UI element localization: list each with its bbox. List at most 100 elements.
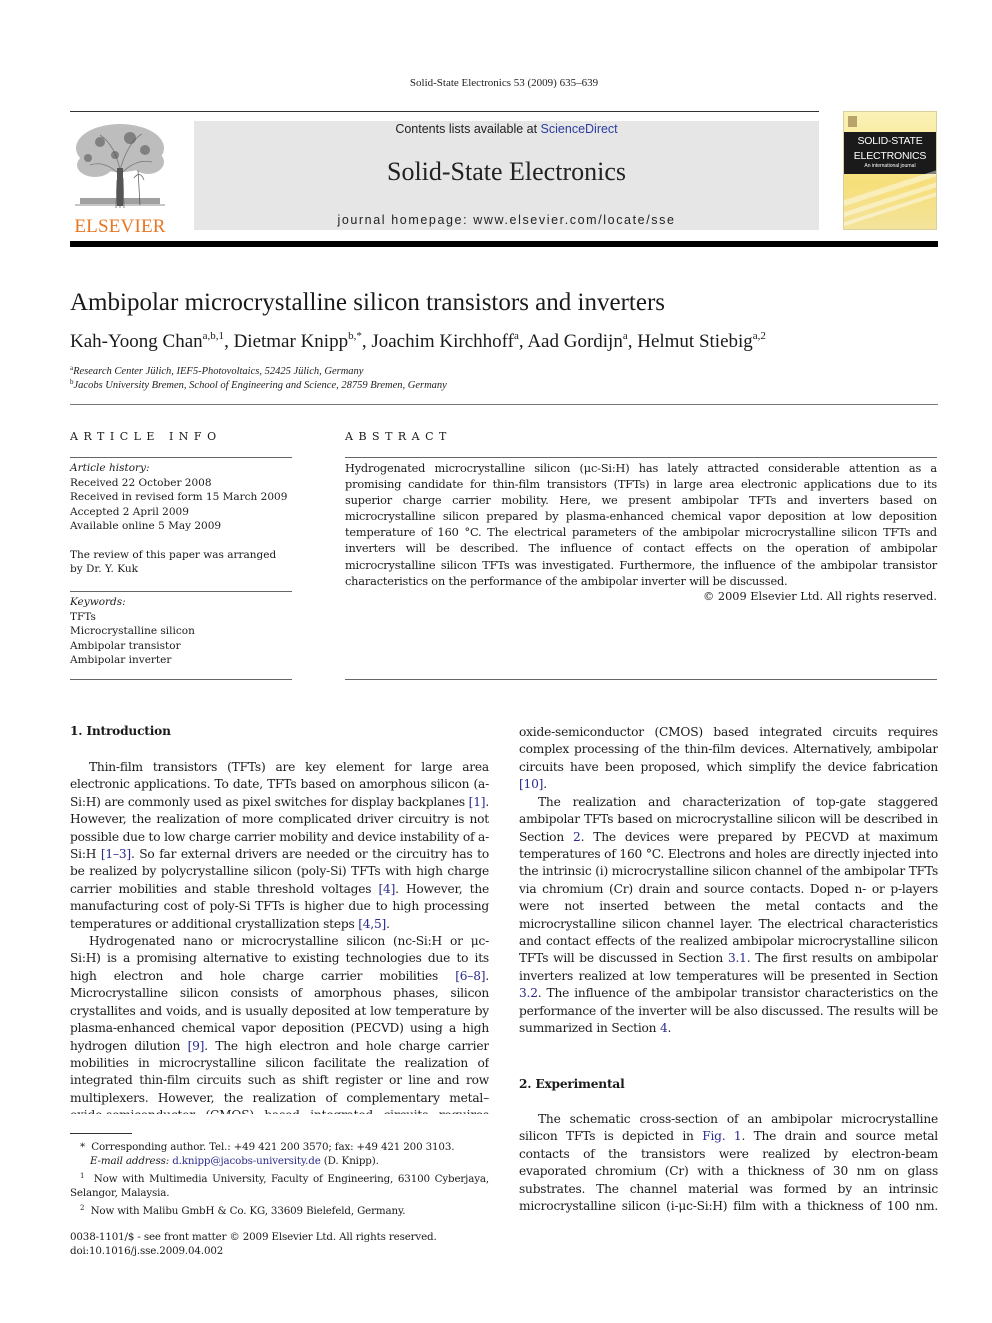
paragraph: The schematic cross-section of an ambipo…: [519, 1111, 938, 1217]
footnote-corresponding: * Corresponding author. Tel.: +49 421 20…: [70, 1140, 489, 1154]
citation-link[interactable]: [9]: [188, 1039, 205, 1053]
keyword: Ambipolar transistor: [70, 639, 181, 652]
author-separator: ,: [627, 331, 638, 352]
author-name[interactable]: Aad Gordijn: [527, 331, 623, 352]
citation-link[interactable]: 3.2: [519, 986, 538, 1000]
author-affil-mark: a,2: [752, 330, 766, 342]
footnote-mark: *: [80, 1141, 85, 1153]
author-name[interactable]: Helmut Stiebig: [637, 331, 753, 352]
citation-link[interactable]: [6–8]: [455, 969, 485, 983]
affiliation-text: Research Center Jülich, IEF5-Photovoltai…: [73, 366, 364, 377]
author-name[interactable]: Dietmar Knipp: [234, 331, 349, 352]
author-list: Kah-Yoong Chana,b,1, Dietmar Knippb,*, J…: [70, 330, 766, 353]
citation-link[interactable]: [1]: [469, 795, 486, 809]
footnote-mark: 1: [80, 1171, 85, 1180]
front-matter: 0038-1101/$ - see front matter © 2009 El…: [70, 1230, 489, 1259]
text-run: .: [386, 916, 390, 931]
sciencedirect-link[interactable]: ScienceDirect: [541, 122, 618, 136]
affiliation-text: Jacobs University Bremen, School of Engi…: [73, 380, 447, 391]
header-thick-rule: [70, 241, 938, 247]
cover-subtitle: An international journal: [864, 163, 916, 169]
citation-link[interactable]: [10]: [519, 777, 543, 791]
abstract-text: Hydrogenated microcrystalline silicon (μ…: [345, 462, 937, 588]
text-run: . The influence of the ambipolar transis…: [519, 986, 938, 1035]
divider: [70, 404, 938, 405]
divider: [345, 457, 937, 458]
divider: [345, 679, 937, 680]
paragraph: Hydrogenated nano or microcrystalline si…: [70, 933, 489, 1114]
journal-cover[interactable]: SOLID-STATE ELECTRONICS An international…: [843, 111, 937, 230]
author-affil-mark: a,b,1: [202, 330, 225, 342]
author-name[interactable]: Joachim Kirchhoff: [371, 331, 514, 352]
divider: [70, 457, 292, 458]
journal-banner: Contents lists available at ScienceDirec…: [194, 121, 819, 230]
history-item: Received in revised form 15 March 2009: [70, 491, 288, 503]
text-run: .: [667, 1020, 672, 1035]
contents-line: Contents lists available at ScienceDirec…: [194, 121, 819, 137]
history-label: Article history:: [70, 462, 150, 474]
contents-prefix: Contents lists available at: [395, 122, 541, 136]
author-name[interactable]: Kah-Yoong Chan: [70, 331, 203, 352]
citation-link[interactable]: 2: [573, 830, 581, 844]
keyword: TFTs: [70, 610, 96, 623]
text-run: Hydrogenated nano or microcrystalline si…: [70, 934, 489, 983]
article-info-label: ARTICLE INFO: [70, 430, 222, 443]
history-item: Accepted 2 April 2009: [70, 505, 189, 518]
email-label: E-mail address:: [90, 1155, 170, 1168]
section-heading-introduction: 1. Introduction: [70, 724, 171, 738]
body-column-right: Hydrogenated nano or microcrystalline si…: [519, 724, 938, 1064]
footnote-1-continued: Selangor, Malaysia.: [70, 1187, 170, 1200]
body-column-right-lower: The schematic cross-section of an ambipo…: [519, 1111, 938, 1217]
author-separator: ,: [361, 331, 372, 352]
paragraph: Thin-film transistors (TFTs) are key ele…: [70, 759, 489, 933]
cover-title-line1: SOLID-STATE: [857, 135, 923, 147]
citation-link[interactable]: [4]: [378, 882, 395, 896]
footnote-rule: [70, 1133, 132, 1134]
abstract-label: ABSTRACT: [345, 430, 452, 443]
footnote-2: 2 Now with Malibu GmbH & Co. KG, 33609 B…: [70, 1201, 489, 1218]
citation-link[interactable]: Fig. 1: [702, 1129, 741, 1143]
email-link[interactable]: d.knipp@jacobs-university.de: [172, 1155, 321, 1167]
article-title: Ambipolar microcrystalline silicon trans…: [70, 289, 665, 316]
elsevier-logo[interactable]: ELSEVIER: [70, 120, 170, 237]
cover-title-line2: ELECTRONICS: [853, 150, 927, 162]
issn-line: 0038-1101/$ - see front matter © 2009 El…: [70, 1231, 437, 1243]
keywords: Keywords: TFTs Microcrystalline silicon …: [70, 595, 292, 668]
doi-line[interactable]: doi:10.1016/j.sse.2009.04.002: [70, 1244, 489, 1258]
divider: [70, 679, 292, 680]
citation-link[interactable]: [4,5]: [358, 917, 386, 931]
footnote-email: E-mail address: d.knipp@jacobs-universit…: [70, 1154, 489, 1168]
history-item: Available online 5 May 2009: [70, 520, 222, 532]
keywords-label: Keywords:: [70, 596, 126, 608]
elsevier-tree-icon: [75, 124, 165, 209]
citation-link[interactable]: 3.1: [728, 951, 747, 965]
article-history: Article history: Received 22 October 200…: [70, 461, 292, 577]
text-run: . The high electron and hole charge carr…: [519, 725, 938, 774]
review-note: by Dr. Y. Kuk: [70, 563, 138, 575]
footnote-mark: 2: [80, 1203, 85, 1212]
affiliation: bJacobs University Bremen, School of Eng…: [70, 378, 447, 391]
paragraph-continued: Hydrogenated nano or microcrystalline si…: [519, 724, 938, 794]
citation-link[interactable]: 4: [660, 1021, 668, 1035]
author-separator: ,: [224, 331, 234, 352]
paragraph: The realization and characterization of …: [519, 794, 938, 1038]
text-run: . The devices were prepared by PECVD at …: [519, 829, 938, 966]
journal-name: Solid-State Electronics: [386, 157, 626, 186]
author-affil-mark: b,*: [348, 330, 362, 342]
footnote-text: Corresponding author. Tel.: +49 421 200 …: [91, 1141, 455, 1153]
review-note: The review of this paper was arranged: [70, 548, 277, 561]
citation-link[interactable]: [1–3]: [101, 847, 131, 861]
footnotes: * Corresponding author. Tel.: +49 421 20…: [70, 1140, 489, 1218]
keyword: Microcrystalline silicon: [70, 625, 195, 637]
footnote-1: 1 Now with Multimedia University, Facult…: [70, 1169, 489, 1186]
abstract-copyright: © 2009 Elsevier Ltd. All rights reserved…: [703, 590, 937, 603]
elsevier-wordmark: ELSEVIER: [74, 216, 166, 237]
cover-elsevier-icon: [848, 116, 857, 127]
journal-homepage[interactable]: journal homepage: www.elsevier.com/locat…: [194, 213, 819, 227]
text-run: Thin-film transistors (TFTs) are key ele…: [70, 760, 489, 809]
keyword: Ambipolar inverter: [70, 654, 172, 666]
header-rule: [70, 111, 819, 112]
affiliation: aResearch Center Jülich, IEF5-Photovolta…: [70, 364, 363, 377]
section-heading-experimental: 2. Experimental: [519, 1077, 625, 1091]
running-head: Solid-State Electronics 53 (2009) 635–63…: [409, 77, 599, 89]
